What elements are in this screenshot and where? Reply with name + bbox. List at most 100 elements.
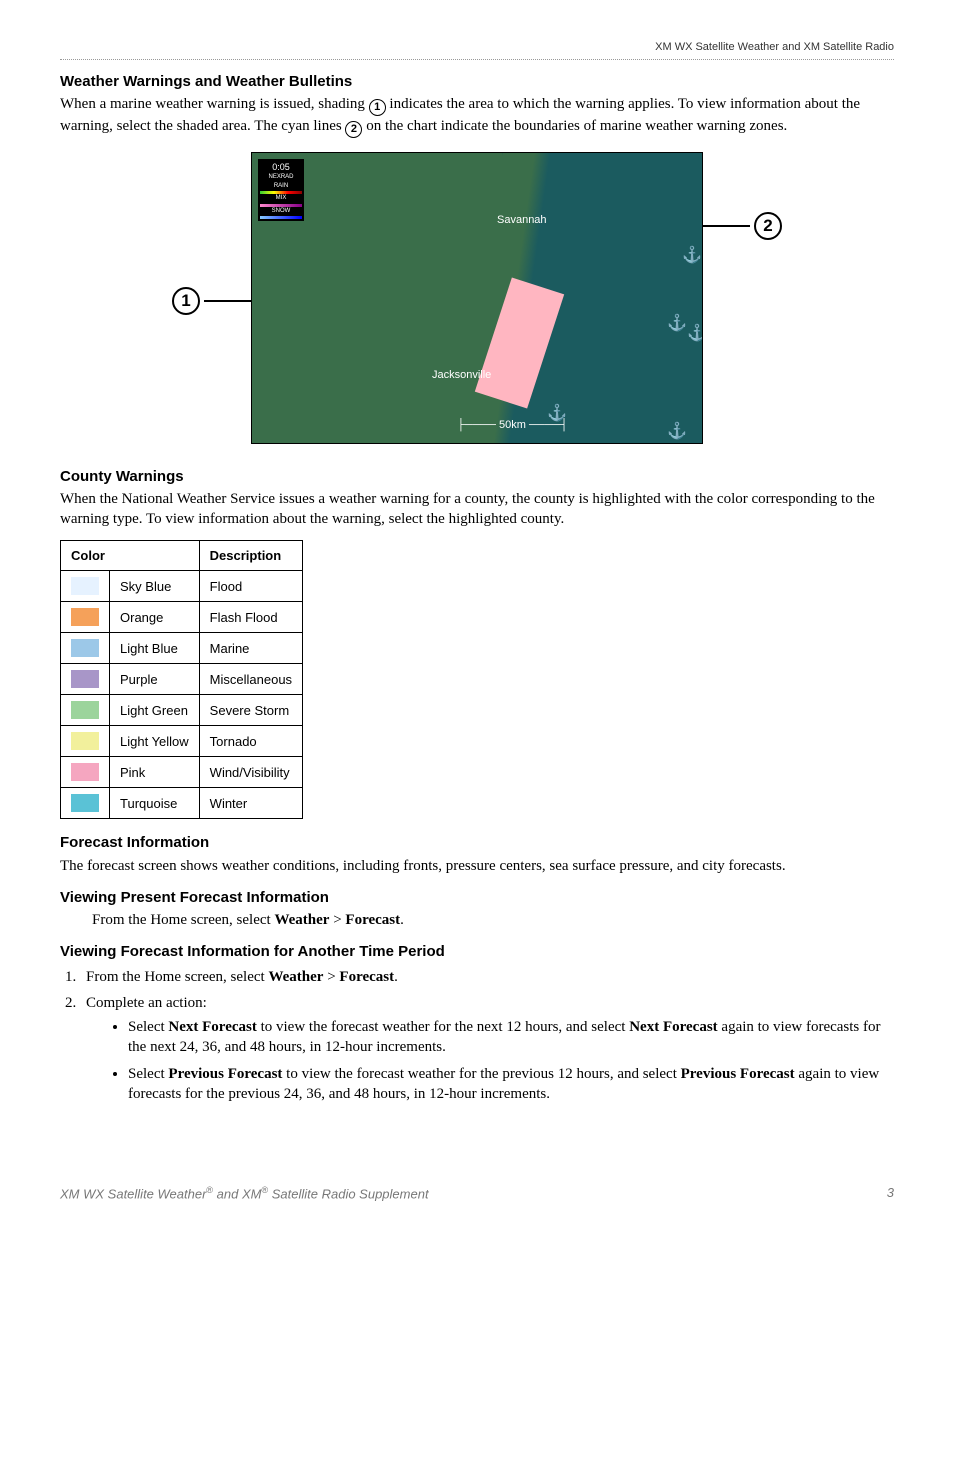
- color-name-cell: Light Blue: [110, 633, 200, 664]
- bold: Next Forecast: [629, 1019, 717, 1035]
- table-row: TurquoiseWinter: [61, 788, 303, 819]
- anchor-icon: ⚓: [667, 421, 687, 443]
- color-swatch: [71, 670, 99, 688]
- color-swatch-cell: [61, 695, 110, 726]
- text: to view the forecast weather for the pre…: [282, 1066, 680, 1082]
- section-body-warnings: When a marine weather warning is issued,…: [60, 94, 894, 138]
- table-row: Light BlueMarine: [61, 633, 303, 664]
- text: Select: [128, 1066, 168, 1082]
- legend-rain: RAIN: [260, 182, 302, 190]
- table-header-description: Description: [199, 540, 302, 571]
- section-title-forecast: Forecast Information: [60, 833, 894, 853]
- table-row: Light GreenSevere Storm: [61, 695, 303, 726]
- color-swatch-cell: [61, 757, 110, 788]
- legend-snow-bar: [260, 216, 302, 219]
- color-desc-cell: Wind/Visibility: [199, 757, 302, 788]
- map-scale: ├──── 50km ────┤: [457, 418, 568, 433]
- color-name-cell: Pink: [110, 757, 200, 788]
- color-name-cell: Turquoise: [110, 788, 200, 819]
- text: >: [329, 912, 345, 928]
- section-title-another: Viewing Forecast Information for Another…: [60, 942, 894, 962]
- map-figure: 1 2 0:05 NEXRAD RAIN MIX SNOW Savannah J…: [60, 152, 894, 449]
- color-swatch: [71, 794, 99, 812]
- section-title-county: County Warnings: [60, 467, 894, 487]
- color-desc-cell: Severe Storm: [199, 695, 302, 726]
- section-title-present: Viewing Present Forecast Information: [60, 888, 894, 908]
- map-scale-value: 50km: [499, 419, 526, 431]
- bullet-list: Select Next Forecast to view the forecas…: [86, 1017, 894, 1104]
- color-desc-cell: Marine: [199, 633, 302, 664]
- anchor-icon: ⚓: [687, 323, 703, 345]
- color-swatch-cell: [61, 602, 110, 633]
- text: From the Home screen, select: [86, 969, 268, 985]
- color-desc-cell: Miscellaneous: [199, 664, 302, 695]
- color-name-cell: Light Green: [110, 695, 200, 726]
- present-step: From the Home screen, select Weather > F…: [92, 910, 894, 930]
- table-row: Light YellowTornado: [61, 726, 303, 757]
- text: Satellite Radio Supplement: [268, 1186, 428, 1201]
- bold: Weather: [274, 912, 329, 928]
- header-rule: [60, 59, 894, 60]
- color-desc-cell: Winter: [199, 788, 302, 819]
- color-name-cell: Orange: [110, 602, 200, 633]
- color-swatch: [71, 608, 99, 626]
- callout-1-circle: 1: [172, 287, 200, 315]
- callout-2-inline: 2: [345, 121, 362, 138]
- text: and XM: [213, 1186, 261, 1201]
- text: Complete an action:: [86, 995, 207, 1011]
- text: on the chart indicate the boundaries of …: [362, 118, 787, 134]
- page-footer: XM WX Satellite Weather® and XM® Satelli…: [60, 1184, 894, 1203]
- legend-mix: MIX: [260, 194, 302, 202]
- footer-page-number: 3: [887, 1184, 894, 1203]
- color-swatch-cell: [61, 633, 110, 664]
- bold: Previous Forecast: [681, 1066, 795, 1082]
- color-name-cell: Sky Blue: [110, 571, 200, 602]
- color-name-cell: Purple: [110, 664, 200, 695]
- weather-map: 0:05 NEXRAD RAIN MIX SNOW Savannah Jacks…: [251, 152, 703, 444]
- bold: Next Forecast: [168, 1019, 256, 1035]
- text: From the Home screen, select: [92, 912, 274, 928]
- color-name-cell: Light Yellow: [110, 726, 200, 757]
- bullet-2: Select Previous Forecast to view the for…: [128, 1064, 894, 1105]
- color-swatch-cell: [61, 664, 110, 695]
- anchor-icon: ⚓: [667, 313, 687, 335]
- section-body-county: When the National Weather Service issues…: [60, 489, 894, 530]
- callout-2-circle: 2: [754, 212, 782, 240]
- color-swatch: [71, 701, 99, 719]
- steps-list: From the Home screen, select Weather > F…: [60, 967, 894, 1105]
- table-row: PinkWind/Visibility: [61, 757, 303, 788]
- color-desc-cell: Flood: [199, 571, 302, 602]
- legend-snow: SNOW: [260, 207, 302, 215]
- color-swatch-cell: [61, 788, 110, 819]
- step-2: Complete an action: Select Next Forecast…: [80, 993, 894, 1104]
- color-swatch: [71, 577, 99, 595]
- footer-left: XM WX Satellite Weather® and XM® Satelli…: [60, 1184, 429, 1203]
- color-swatch-cell: [61, 726, 110, 757]
- bold: Weather: [268, 969, 323, 985]
- text: Select: [128, 1019, 168, 1035]
- table-row: Sky BlueFlood: [61, 571, 303, 602]
- color-desc-cell: Flash Flood: [199, 602, 302, 633]
- map-label-savannah: Savannah: [497, 213, 547, 228]
- map-label-jacksonville: Jacksonville: [432, 368, 491, 383]
- section-body-forecast: The forecast screen shows weather condit…: [60, 856, 894, 876]
- bold: Forecast: [339, 969, 394, 985]
- county-color-table: Color Description Sky BlueFloodOrangeFla…: [60, 540, 303, 820]
- table-row: PurpleMiscellaneous: [61, 664, 303, 695]
- text: .: [400, 912, 404, 928]
- callout-1-inline: 1: [369, 99, 386, 116]
- table-row: OrangeFlash Flood: [61, 602, 303, 633]
- section-title-warnings: Weather Warnings and Weather Bulletins: [60, 72, 894, 92]
- table-header-color: Color: [61, 540, 200, 571]
- text: >: [323, 969, 339, 985]
- color-swatch: [71, 763, 99, 781]
- color-swatch-cell: [61, 571, 110, 602]
- text: When a marine weather warning is issued,…: [60, 96, 369, 112]
- text: XM WX Satellite Weather: [60, 1186, 206, 1201]
- page-header-right: XM WX Satellite Weather and XM Satellite…: [60, 40, 894, 59]
- bullet-1: Select Next Forecast to view the forecas…: [128, 1017, 894, 1058]
- text: to view the forecast weather for the nex…: [257, 1019, 629, 1035]
- bold: Previous Forecast: [168, 1066, 282, 1082]
- legend-time: 0:05: [260, 161, 302, 173]
- anchor-icon: ⚓: [682, 245, 702, 267]
